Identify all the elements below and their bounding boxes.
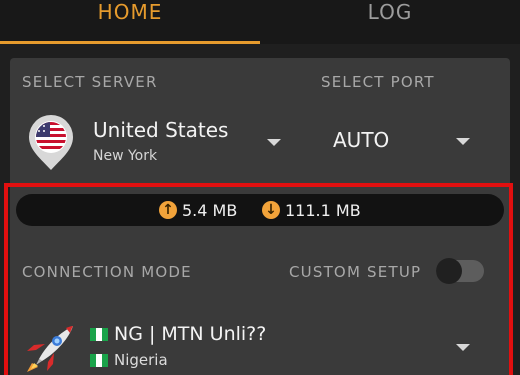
config-name: NG | MTN Unli?? [114,323,267,345]
custom-setup-toggle[interactable] [436,258,484,284]
nigeria-flag-icon [90,353,108,367]
toggle-knob [436,258,462,284]
server-country: United States [93,118,229,142]
arrow-down-circle-icon: ↓ [262,201,280,219]
app-root: HOME LOG SELECT SERVER SELECT PORT Unite… [0,0,520,375]
port-value: AUTO [333,128,390,152]
tab-home[interactable]: HOME [0,0,260,44]
server-city: New York [93,148,158,164]
custom-setup-label: CUSTOM SETUP [289,263,422,281]
select-port-label: SELECT PORT [321,73,435,91]
tab-log[interactable]: LOG [260,0,520,44]
upload-amount: 5.4 MB [182,200,238,220]
port-dropdown-icon[interactable] [456,138,470,145]
tab-bar: HOME LOG [0,0,520,44]
upload-usage: ↑ 5.4 MB [159,194,237,226]
arrow-up-circle-icon: ↑ [159,201,177,219]
config-country-row: Nigeria [90,351,168,369]
active-tab-indicator [0,41,260,44]
config-dropdown-icon[interactable] [456,344,470,351]
config-title-row: NG | MTN Unli?? [90,323,266,345]
download-usage: ↓ 111.1 MB [262,194,361,226]
select-server-label: SELECT SERVER [22,73,158,91]
us-flag-pin-icon [29,115,73,170]
data-usage-pill: ↑ 5.4 MB ↓ 111.1 MB [16,194,504,226]
config-country: Nigeria [114,351,168,369]
nigeria-flag-icon [90,327,108,341]
server-dropdown-icon[interactable] [267,139,281,146]
download-amount: 111.1 MB [285,200,361,220]
connection-mode-label: CONNECTION MODE [22,263,192,281]
rocket-icon [27,326,73,372]
